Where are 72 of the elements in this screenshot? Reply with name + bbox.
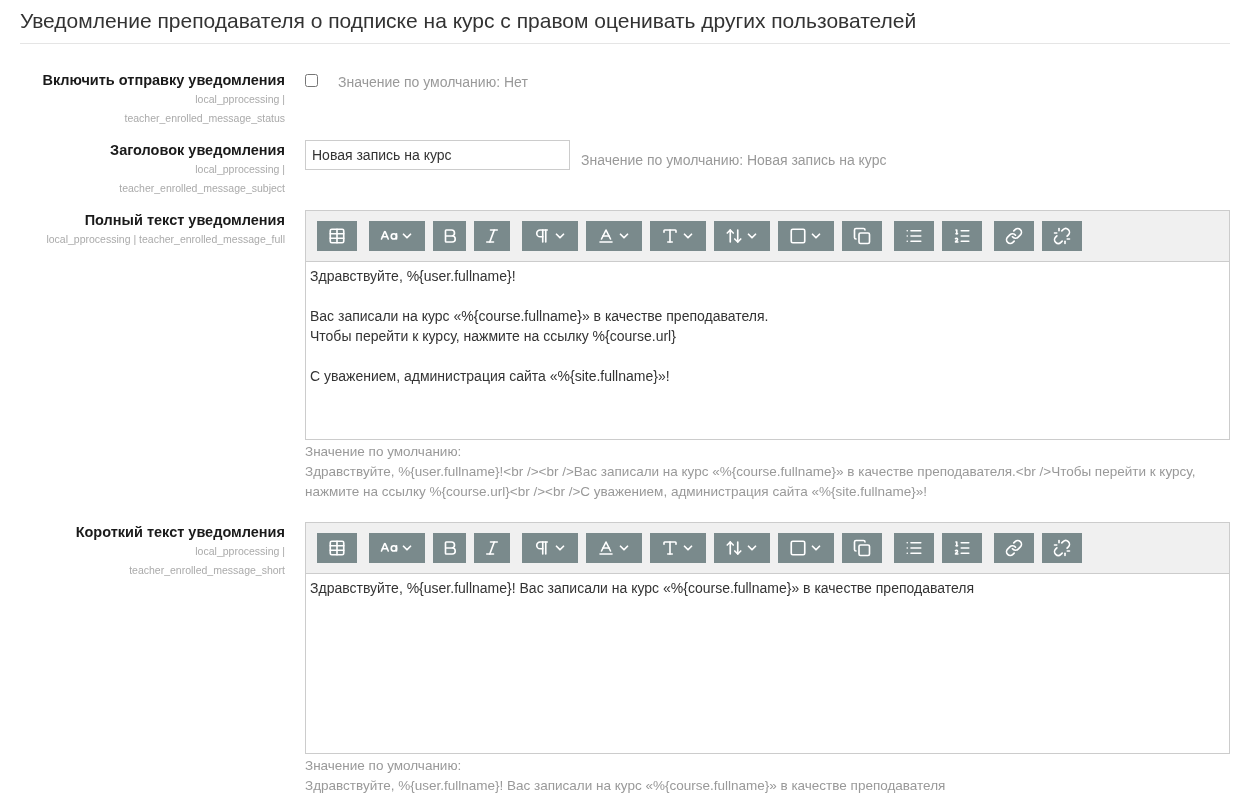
toolbar-button[interactable]: [474, 220, 510, 251]
line-height-icon: [725, 538, 743, 557]
setting-label: Короткий текст уведомления: [75, 522, 285, 542]
message-paragraph: Вас записали на курс «%{course.fullname}» в качестве преподавателя. Чтобы перейти к курсу, нажмите на ссылку %{course.url}: [310, 306, 770, 346]
setting-label: Заголовок уведомления: [110, 140, 285, 160]
setting-name: local_pprocessing | teacher_enrolled_message_status: [123, 91, 285, 126]
paragraph-icon: [533, 226, 551, 245]
default-value: Значение по умолчанию: Новая запись на курс: [581, 150, 887, 170]
table-icon: [328, 538, 346, 557]
default-label: Значение по умолчанию:: [305, 442, 463, 461]
toolbar-button[interactable]: [369, 220, 425, 251]
toolbar-button[interactable]: [650, 220, 706, 251]
default-value: Здравствуйте, %{user.fullname}!<br /><br />Вас записали на курс «%{course.fullname}» в качестве преподавателя.<br />Чтобы перейти к курсу, нажмите на ссылку %{course.url}<br /><br />С уважением, администрация сайта «%{site.fullname}»!: [305, 462, 1197, 501]
enable-checkbox[interactable]: [305, 73, 318, 87]
toolbar-button[interactable]: [994, 220, 1034, 251]
numbered-list-icon: [953, 538, 971, 557]
toolbar-button[interactable]: [433, 532, 466, 563]
toolbar-button[interactable]: [894, 220, 934, 251]
font-family-icon: [661, 538, 679, 557]
toolbar-button[interactable]: [894, 532, 934, 563]
setting-label: Полный текст уведомления: [84, 210, 285, 230]
toolbar-button[interactable]: [474, 532, 510, 563]
toolbar-button[interactable]: [1042, 532, 1082, 563]
text-color-icon: [597, 538, 615, 557]
toolbar-button[interactable]: [522, 220, 578, 251]
toolbar-button[interactable]: [994, 532, 1034, 563]
table-icon: [328, 226, 346, 245]
paragraph-icon: [533, 538, 551, 557]
toolbar-button[interactable]: [369, 532, 425, 563]
toolbar-button[interactable]: [778, 220, 834, 251]
section-heading: Уведомление преподавателя о подписке на курс с правом оценивать других пользователей: [20, 5, 1230, 44]
setting-name: local_pprocessing | teacher_enrolled_message_full: [46, 231, 285, 247]
message-paragraph: С уважением, администрация сайта «%{site.fullname}»!: [310, 366, 671, 386]
message-paragraph: Здравствуйте, %{user.fullname}! Вас записали на курс «%{course.fullname}» в качестве преподавателя: [310, 578, 976, 598]
font-family-icon: [661, 226, 679, 245]
toolbar-button[interactable]: [714, 220, 770, 251]
message-field[interactable]: Здравствуйте, %{user.fullname}! Вас записали на курс «%{course.fullname}» в качестве преподавателя: [306, 573, 1229, 753]
italic-icon: [483, 226, 501, 245]
toolbar-button[interactable]: [317, 220, 357, 251]
copy-format-icon: [853, 226, 871, 245]
toolbar-button[interactable]: [842, 220, 882, 251]
setting-name: local_pprocessing | teacher_enrolled_message_subject: [118, 161, 285, 196]
italic-icon: [483, 538, 501, 557]
link-icon: [1005, 226, 1023, 245]
line-height-icon: [725, 226, 743, 245]
setting-name: local_pprocessing | teacher_enrolled_message_short: [128, 543, 285, 578]
default-value: Здравствуйте, %{user.fullname}! Вас записали на курс «%{course.fullname}» в качестве преподавателя: [305, 776, 947, 795]
text-color-icon: [597, 226, 615, 245]
toolbar-button[interactable]: [1042, 220, 1082, 251]
default-value: Значение по умолчанию: Нет: [338, 72, 528, 92]
toolbar-button[interactable]: [778, 532, 834, 563]
message-paragraph: Здравствуйте, %{user.fullname}!: [310, 266, 517, 286]
numbered-list-icon: [953, 226, 971, 245]
toolbar-button[interactable]: [714, 532, 770, 563]
toolbar-button[interactable]: [586, 532, 642, 563]
toolbar-button[interactable]: [317, 532, 357, 563]
toolbar-button[interactable]: [586, 220, 642, 251]
background-color-icon: [789, 538, 807, 557]
toolbar-button[interactable]: [842, 532, 882, 563]
toolbar-button[interactable]: [942, 220, 982, 251]
toolbar-button[interactable]: [433, 220, 466, 251]
setting-label: Включить отправку уведомления: [42, 70, 285, 90]
unlink-icon: [1053, 226, 1071, 245]
toolbar-button[interactable]: [650, 532, 706, 563]
background-color-icon: [789, 226, 807, 245]
toolbar-button[interactable]: [942, 532, 982, 563]
default-label: Значение по умолчанию:: [305, 756, 463, 775]
toolbar-button[interactable]: [522, 532, 578, 563]
copy-format-icon: [853, 538, 871, 557]
subject-field[interactable]: Новая запись на курс: [305, 139, 570, 170]
link-icon: [1005, 538, 1023, 557]
unlink-icon: [1053, 538, 1071, 557]
